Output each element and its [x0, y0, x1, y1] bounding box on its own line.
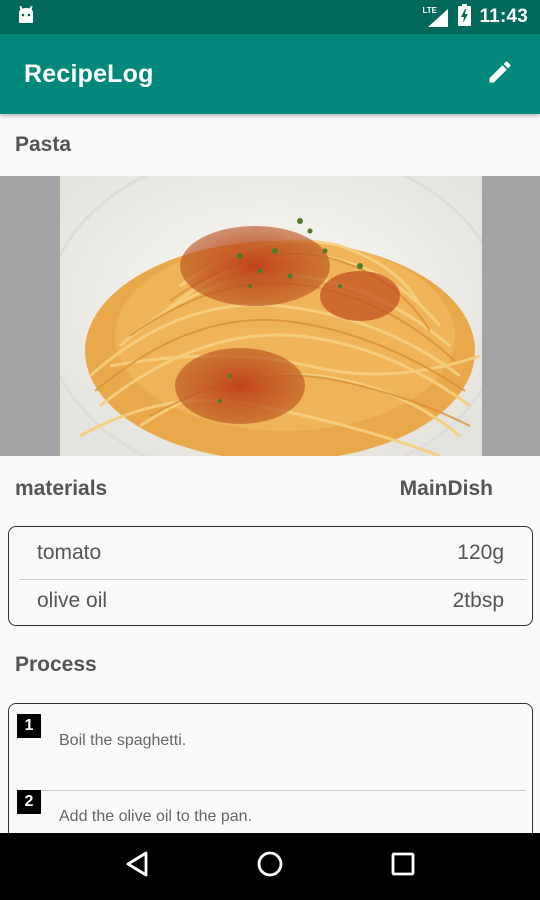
status-right: LTE 11:43 — [422, 3, 528, 31]
navigation-bar — [0, 833, 540, 900]
android-icon — [16, 5, 36, 29]
materials-label: materials — [15, 477, 108, 500]
process-label: Process — [15, 653, 97, 676]
list-item: olive oil 2tbsp — [9, 577, 532, 625]
step-number: 1 — [17, 714, 41, 738]
app-bar: RecipeLog — [0, 34, 540, 114]
home-button[interactable] — [245, 842, 295, 892]
category-label: MainDish — [399, 477, 493, 500]
material-amount: 2tbsp — [452, 589, 504, 612]
home-circle-icon — [256, 850, 284, 883]
recipe-photo — [60, 176, 482, 456]
signal-icon: LTE — [422, 6, 450, 27]
recents-button[interactable] — [378, 842, 428, 892]
list-item: 1 Boil the spaghetti. — [9, 710, 532, 791]
materials-header: materials MainDish — [15, 477, 493, 501]
materials-list: tomato 120g olive oil 2tbsp — [8, 526, 533, 626]
recipe-name: Pasta — [15, 133, 72, 156]
back-button[interactable] — [112, 842, 162, 892]
status-time: 11:43 — [479, 6, 528, 27]
app-title: RecipeLog — [24, 59, 154, 88]
status-bar: LTE 11:43 — [0, 0, 540, 34]
list-item: tomato 120g — [9, 529, 532, 577]
back-triangle-icon — [124, 850, 150, 883]
material-name: tomato — [37, 541, 102, 564]
battery-charging-icon — [458, 3, 472, 31]
pencil-icon — [486, 58, 514, 91]
recents-square-icon — [390, 851, 416, 882]
step-text: Add the olive oil to the pan. — [59, 808, 253, 825]
material-amount: 120g — [457, 541, 504, 564]
recipe-photo-area — [0, 176, 540, 456]
material-name: olive oil — [37, 589, 108, 612]
step-number: 2 — [17, 790, 41, 814]
edit-button[interactable] — [480, 54, 520, 94]
step-text: Boil the spaghetti. — [59, 732, 187, 749]
status-left — [16, 5, 36, 29]
